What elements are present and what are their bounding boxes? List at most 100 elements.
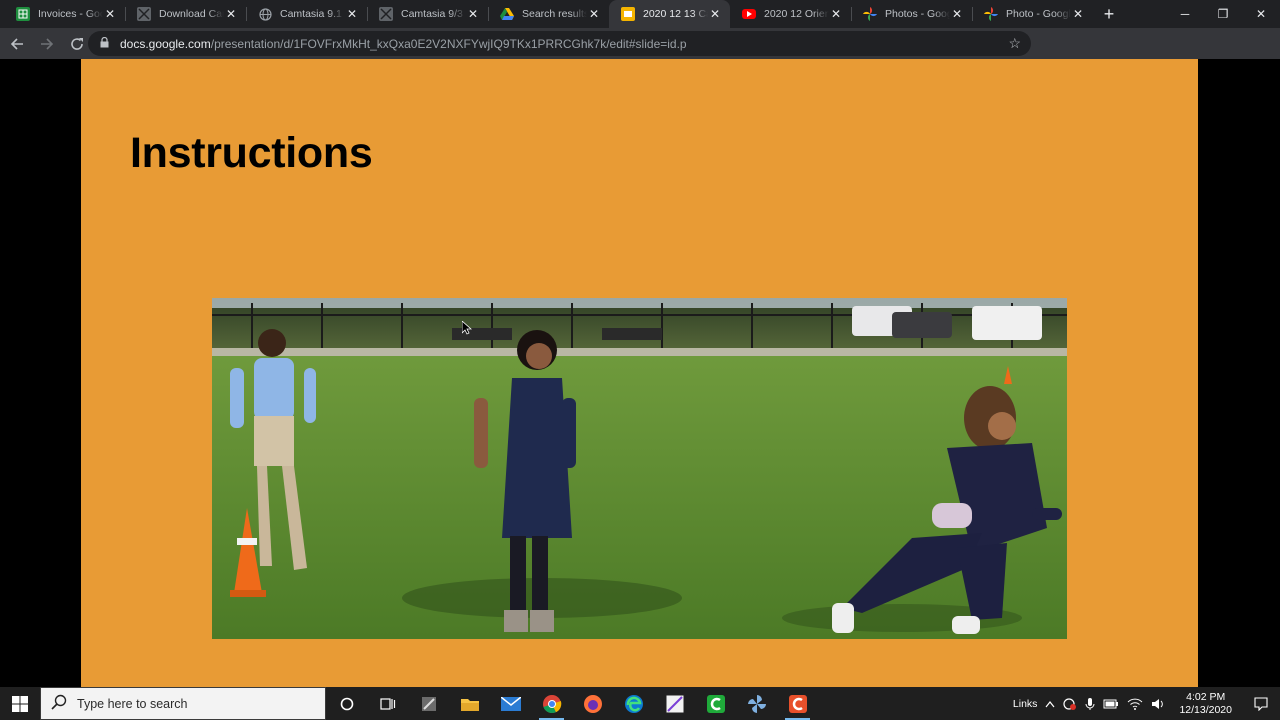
- taskbar-chrome[interactable]: [531, 687, 572, 720]
- tab-invoices[interactable]: Invoices - Google Sheets ✕: [4, 0, 125, 28]
- tab-camtasia-slides[interactable]: 2020 12 13 Camtasia ✕: [609, 0, 730, 28]
- cortana-button[interactable]: [326, 687, 367, 720]
- taskbar-inkscape[interactable]: [654, 687, 695, 720]
- kids-playing-photo: [212, 298, 1067, 639]
- close-window-icon[interactable]: ✕: [1242, 0, 1280, 28]
- presentation-stage: Instructions: [0, 59, 1280, 687]
- tab-title: Photos - Google Photos: [885, 8, 950, 20]
- microphone-icon[interactable]: [1081, 697, 1099, 711]
- close-icon[interactable]: ✕: [345, 7, 359, 21]
- tab-camtasia-help-1[interactable]: Camtasia 9.1 Help ✕: [246, 0, 367, 28]
- mail-icon: [500, 696, 521, 711]
- notifications-icon[interactable]: [1242, 696, 1280, 711]
- tab-download-camtasia[interactable]: Download Camtasia ✕: [125, 0, 246, 28]
- close-icon[interactable]: ✕: [708, 7, 722, 21]
- taskbar-clock[interactable]: 4:02 PM 12/13/2020: [1169, 691, 1242, 717]
- tab-title: Photo - Google Photos: [1006, 8, 1071, 20]
- back-button[interactable]: [4, 31, 30, 57]
- youtube-icon: [742, 9, 756, 19]
- minimize-icon[interactable]: ─: [1166, 0, 1204, 28]
- firefox-icon: [583, 694, 602, 713]
- taskbar-fan-app[interactable]: [736, 687, 777, 720]
- pen-app-icon: [421, 696, 436, 711]
- bookmark-star-icon[interactable]: ☆: [1008, 35, 1021, 52]
- close-icon[interactable]: ✕: [587, 7, 601, 21]
- photos-icon: [984, 7, 998, 21]
- drive-icon: [500, 7, 514, 21]
- tab-google-photos-2[interactable]: Photo - Google Photos ✕: [972, 0, 1093, 28]
- chrome-icon: [542, 694, 561, 713]
- forward-button[interactable]: [34, 31, 60, 57]
- browser-tab-strip: Invoices - Google Sheets ✕ Download Camt…: [0, 0, 1280, 28]
- lock-icon: [100, 36, 112, 51]
- tab-camtasia-help-2[interactable]: Camtasia 9/3 Help ✕: [367, 0, 488, 28]
- search-icon: [51, 694, 67, 713]
- close-icon[interactable]: ✕: [829, 7, 843, 21]
- windows-taskbar: Type here to search Links 4:02 PM 12/13/…: [0, 687, 1280, 720]
- window-controls: ─ ❐ ✕: [1166, 0, 1280, 28]
- folder-icon: [460, 698, 479, 711]
- new-tab-button[interactable]: +: [1095, 0, 1123, 28]
- tab-list: Invoices - Google Sheets ✕ Download Camt…: [0, 0, 1123, 28]
- taskbar-file-explorer[interactable]: [449, 687, 490, 720]
- slide-title: Instructions: [130, 129, 373, 177]
- reload-button[interactable]: [64, 31, 90, 57]
- close-icon[interactable]: ✕: [466, 7, 480, 21]
- tab-title: 2020 12 13 Camtasia: [643, 8, 708, 20]
- tab-search-results[interactable]: Search results ✕: [488, 0, 609, 28]
- slide: Instructions: [81, 59, 1198, 687]
- windows-logo-icon: [12, 695, 28, 712]
- url-host: docs.google.com: [120, 36, 211, 51]
- task-view-button[interactable]: [367, 687, 408, 720]
- mouse-cursor-icon: [462, 321, 472, 335]
- taskbar-search-box[interactable]: Type here to search: [40, 687, 326, 720]
- close-icon[interactable]: ✕: [1071, 7, 1085, 21]
- tab-title: Download Camtasia: [159, 8, 224, 20]
- slides-icon: [621, 7, 635, 21]
- url-text: docs.google.com/presentation/d/1FOVFrxMk…: [120, 37, 687, 51]
- pinwheel-icon: [747, 694, 766, 713]
- taskbar-app-pen[interactable]: [408, 687, 449, 720]
- back-arrow-icon: [10, 37, 23, 50]
- taskbar-mail[interactable]: [490, 687, 531, 720]
- taskbar-camtasia[interactable]: [695, 687, 736, 720]
- blocked-app-icon[interactable]: [1059, 697, 1081, 711]
- globe-icon: [258, 7, 272, 21]
- photos-icon: [863, 7, 877, 21]
- tab-google-photos-1[interactable]: Photos - Google Photos ✕: [851, 0, 972, 28]
- chevron-up-icon[interactable]: [1041, 700, 1059, 708]
- system-tray: Links 4:02 PM 12/13/2020: [1009, 687, 1280, 720]
- cortana-circle-icon: [340, 697, 353, 710]
- search-placeholder: Type here to search: [77, 696, 188, 711]
- tab-orientation-video[interactable]: 2020 12 Orientation ✕: [730, 0, 851, 28]
- camtasia-recorder-icon: [788, 694, 807, 713]
- restore-icon[interactable]: ❐: [1204, 0, 1242, 28]
- reload-icon: [71, 37, 83, 50]
- links-toolbar[interactable]: Links: [1009, 698, 1042, 710]
- clock-time: 4:02 PM: [1186, 690, 1226, 703]
- address-bar[interactable]: docs.google.com/presentation/d/1FOVFrxMk…: [88, 31, 1031, 56]
- wifi-icon[interactable]: [1123, 698, 1147, 710]
- close-icon[interactable]: ✕: [224, 7, 238, 21]
- sheets-icon: [16, 7, 30, 21]
- taskbar-edge[interactable]: [613, 687, 654, 720]
- battery-icon[interactable]: [1099, 699, 1123, 709]
- volume-icon[interactable]: [1147, 698, 1169, 710]
- close-icon[interactable]: ✕: [950, 7, 964, 21]
- tab-title: Camtasia 9.1 Help: [280, 8, 345, 20]
- browser-toolbar: docs.google.com/presentation/d/1FOVFrxMk…: [0, 28, 1280, 84]
- clock-date: 12/13/2020: [1179, 703, 1232, 716]
- close-icon[interactable]: ✕: [103, 7, 117, 21]
- taskbar-camtasia-recorder[interactable]: [777, 687, 818, 720]
- slide-photo: [212, 298, 1067, 639]
- forward-arrow-icon: [41, 37, 54, 50]
- camtasia-page-icon: [379, 7, 393, 21]
- edge-icon: [624, 694, 643, 713]
- url-path: /presentation/d/1FOVFrxMkHt_kxQxa0E2V2NX…: [210, 36, 687, 51]
- taskbar-firefox[interactable]: [572, 687, 613, 720]
- tab-title: Search results: [522, 8, 587, 20]
- tab-title: Invoices - Google Sheets: [38, 8, 103, 20]
- windows-start-button[interactable]: [0, 687, 40, 720]
- camtasia-page-icon: [137, 7, 151, 21]
- task-view-icon: [379, 697, 395, 710]
